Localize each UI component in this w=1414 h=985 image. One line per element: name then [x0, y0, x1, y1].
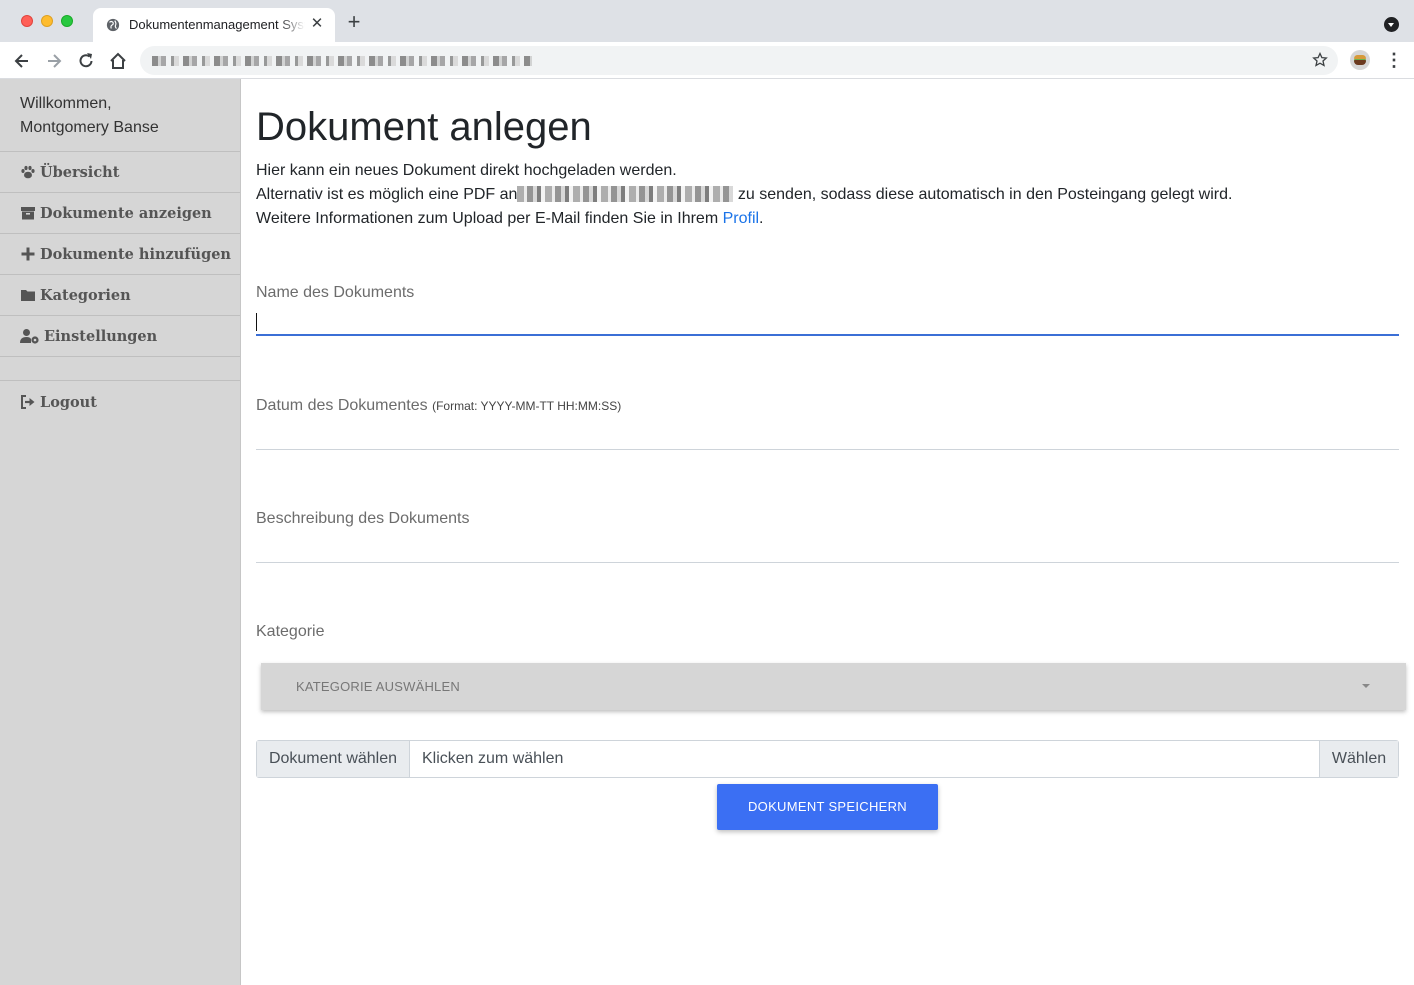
close-window-button[interactable] [21, 15, 33, 27]
globe-icon [106, 18, 120, 32]
sidebar-item-label: Logout [40, 393, 97, 411]
redacted-url [152, 56, 532, 66]
document-name-input[interactable] [256, 306, 1399, 336]
browser-tab-strip: Dokumentenmanagement System ✕ + [0, 0, 1414, 42]
forward-icon[interactable] [44, 51, 64, 71]
paw-icon [21, 165, 35, 179]
intro-text: Hier kann ein neues Dokument direkt hoch… [256, 159, 1399, 231]
profile-avatar[interactable] [1350, 50, 1370, 70]
tab-close-icon[interactable]: ✕ [309, 16, 325, 32]
home-icon[interactable] [108, 51, 128, 71]
back-icon[interactable] [12, 51, 32, 71]
browser-toolbar: ⋮ [0, 42, 1414, 79]
sidebar-item-label: Dokumente hinzufügen [40, 245, 231, 263]
date-label: Datum des Dokumentes (Format: YYYY-MM-TT… [256, 397, 1399, 415]
welcome-greeting: Willkommen, [20, 95, 112, 112]
chevron-down-icon [1362, 684, 1370, 688]
category-select[interactable]: KATEGORIE AUSWÄHLEN [261, 663, 1406, 710]
main-content: Dokument anlegen Hier kann ein neues Dok… [241, 79, 1414, 985]
file-browse-button[interactable]: Wählen [1319, 741, 1398, 777]
sign-out-icon [21, 395, 35, 409]
welcome-message: Willkommen, Montgomery Banse [0, 79, 240, 152]
name-field-group: Name des Dokuments [256, 284, 1399, 336]
sidebar-item-add-documents[interactable]: Dokumente hinzufügen [0, 234, 240, 275]
document-date-input[interactable] [256, 419, 1399, 450]
profile-link[interactable]: Profil [723, 210, 759, 227]
intro-line-3-end: . [759, 210, 764, 227]
save-document-button[interactable]: DOKUMENT SPEICHERN [717, 784, 938, 830]
file-input-label: Dokument wählen [257, 741, 410, 777]
description-field-group: Beschreibung des Dokuments [256, 510, 1399, 563]
page-title: Dokument anlegen [256, 105, 592, 149]
sidebar-item-logout[interactable]: Logout [0, 381, 240, 423]
intro-line-1: Hier kann ein neues Dokument direkt hoch… [256, 162, 677, 179]
browser-tab[interactable]: Dokumentenmanagement System ✕ [93, 8, 335, 42]
maximize-window-button[interactable] [61, 15, 73, 27]
intro-line-3-start: Weitere Informationen zum Upload per E-M… [256, 210, 723, 227]
intro-line-2-start: Alternativ ist es möglich eine PDF an [256, 186, 518, 203]
category-label: Kategorie [256, 623, 325, 640]
redacted-email [517, 186, 734, 202]
reload-icon[interactable] [76, 51, 96, 71]
browser-menu-icon[interactable]: ⋮ [1385, 50, 1403, 70]
sidebar-item-label: Dokumente anzeigen [40, 204, 212, 222]
file-input[interactable]: Klicken zum wählen [410, 741, 1319, 777]
user-cog-icon [20, 329, 39, 344]
sidebar-item-label: Übersicht [40, 163, 120, 181]
user-name: Montgomery Banse [20, 119, 159, 136]
tab-search-icon[interactable] [1384, 17, 1399, 32]
archive-icon [21, 207, 35, 220]
sidebar-divider [0, 357, 240, 381]
date-label-text: Datum des Dokumentes [256, 397, 428, 414]
text-cursor [256, 313, 257, 331]
sidebar-item-settings[interactable]: Einstellungen [0, 316, 240, 357]
name-label: Name des Dokuments [256, 284, 415, 301]
sidebar-item-overview[interactable]: Übersicht [0, 152, 240, 193]
sidebar: Willkommen, Montgomery Banse Übersicht D… [0, 79, 241, 985]
date-field-group: Datum des Dokumentes (Format: YYYY-MM-TT… [256, 397, 1399, 450]
description-label: Beschreibung des Dokuments [256, 510, 470, 527]
minimize-window-button[interactable] [41, 15, 53, 27]
address-bar[interactable] [140, 46, 1338, 75]
plus-icon [21, 247, 35, 261]
file-input-group: Dokument wählen Klicken zum wählen Wähle… [256, 740, 1399, 778]
intro-line-2: Alternativ ist es möglich eine PDF an zu… [256, 183, 1399, 207]
sidebar-item-categories[interactable]: Kategorien [0, 275, 240, 316]
sidebar-item-label: Kategorien [40, 286, 131, 304]
document-description-input[interactable] [256, 532, 1399, 563]
intro-line-3: Weitere Informationen zum Upload per E-M… [256, 207, 1399, 231]
intro-line-2-end: zu senden, sodass diese automatisch in d… [733, 186, 1233, 203]
sidebar-item-show-documents[interactable]: Dokumente anzeigen [0, 193, 240, 234]
date-format-hint: (Format: YYYY-MM-TT HH:MM:SS) [432, 399, 622, 413]
sidebar-item-label: Einstellungen [44, 327, 158, 345]
category-select-value: KATEGORIE AUSWÄHLEN [296, 679, 460, 694]
tab-title: Dokumentenmanagement System [129, 17, 305, 32]
new-tab-button[interactable]: + [344, 11, 364, 33]
folder-icon [21, 290, 35, 301]
bookmark-star-icon[interactable] [1312, 52, 1328, 68]
